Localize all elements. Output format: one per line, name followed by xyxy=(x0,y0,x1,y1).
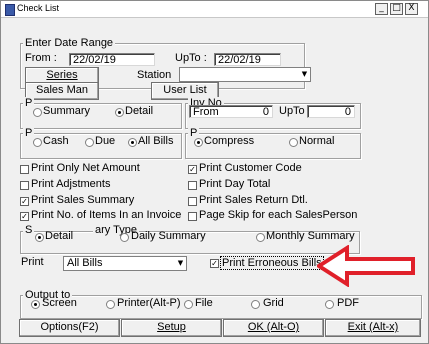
red-arrow-annotation xyxy=(317,245,415,287)
chk-day-total[interactable] xyxy=(188,181,197,190)
radio-daily-summary-label: Daily Summary xyxy=(131,230,206,242)
ok-button-label: OK (Alt-O) xyxy=(247,321,300,333)
chk-adjustments-label: Print Adjstments xyxy=(31,178,111,190)
chk-sales-return-label: Print Sales Return Dtl. xyxy=(199,194,308,206)
radio-printer[interactable] xyxy=(106,300,115,309)
bill-type-group-label: P xyxy=(23,127,35,139)
maximize-button[interactable]: □ xyxy=(390,3,403,15)
radio-pdf[interactable] xyxy=(325,300,334,309)
radio-summary-detail-label: Detail xyxy=(45,230,74,242)
inv-upto-field[interactable]: 0 xyxy=(307,105,355,118)
chk-erroneous-bills[interactable]: ✓ xyxy=(210,259,219,268)
radio-printer-label: Printer(Alt-P) xyxy=(117,297,181,309)
output-group xyxy=(20,295,422,319)
print-select-value: All Bills xyxy=(67,257,103,269)
check-list-window: Check List _ □ X Enter Date Range From :… xyxy=(0,0,429,344)
chevron-down-icon: ▼ xyxy=(301,70,308,78)
radio-screen-label: Screen xyxy=(42,297,77,309)
exit-button[interactable]: Exit (Alt-x) xyxy=(325,319,421,337)
series-button-label: Series xyxy=(46,69,78,81)
chk-page-skip[interactable] xyxy=(188,212,197,221)
radio-detail[interactable] xyxy=(115,108,124,117)
radio-compress[interactable] xyxy=(194,138,203,147)
chk-sales-summary-label: Print Sales Summary xyxy=(31,194,135,206)
radio-cash-label: Cash xyxy=(43,135,69,147)
inv-from-label: From xyxy=(193,106,219,118)
minimize-button[interactable]: _ xyxy=(375,3,388,15)
radio-cash[interactable] xyxy=(33,138,42,147)
chk-net-amount[interactable] xyxy=(20,165,29,174)
radio-daily-summary[interactable] xyxy=(120,233,129,242)
radio-normal-label: Normal xyxy=(299,135,335,147)
radio-grid-label: Grid xyxy=(263,297,284,309)
ok-button[interactable]: OK (Alt-O) xyxy=(223,319,324,337)
app-icon xyxy=(5,4,15,16)
chk-no-items[interactable]: ✓ xyxy=(20,212,29,221)
station-label: Station xyxy=(137,69,172,81)
radio-file-label: File xyxy=(195,297,213,309)
chk-net-amount-label: Print Only Net Amount xyxy=(31,162,140,174)
inv-upto-label: UpTo xyxy=(279,105,305,117)
chk-day-total-label: Print Day Total xyxy=(199,178,271,190)
radio-due[interactable] xyxy=(85,138,94,147)
chk-customer-code[interactable]: ✓ xyxy=(188,165,197,174)
radio-file[interactable] xyxy=(184,300,193,309)
setup-button-label: Setup xyxy=(157,321,186,333)
upto-date-field[interactable]: 22/02/19 xyxy=(214,53,281,66)
from-date-label: From : xyxy=(25,52,57,64)
sales-man-button-label: Sales Man xyxy=(36,84,88,96)
radio-summary[interactable] xyxy=(33,108,42,117)
chk-page-skip-label: Page Skip for each SalesPerson xyxy=(199,209,358,221)
chk-erroneous-bills-label: Print Erroneous Bills xyxy=(220,256,324,270)
chk-sales-summary[interactable]: ✓ xyxy=(20,197,29,206)
upto-date-label: UpTo : xyxy=(175,52,207,64)
print-label: Print xyxy=(21,256,44,268)
chk-sales-return[interactable] xyxy=(188,197,197,206)
station-select[interactable]: ▼ xyxy=(179,67,311,82)
dialog-client-area: Enter Date Range From : 22/02/19 UpTo : … xyxy=(7,21,422,339)
inv-from-value: 0 xyxy=(262,106,269,118)
options-button-label: Options(F2) xyxy=(40,321,99,333)
radio-summary-detail[interactable] xyxy=(35,233,44,242)
radio-all-bills[interactable] xyxy=(128,138,137,147)
inv-from-field[interactable]: From 0 xyxy=(189,105,273,118)
sales-man-button[interactable]: Sales Man xyxy=(25,82,99,100)
exit-button-label: Exit (Alt-x) xyxy=(347,321,399,333)
radio-normal[interactable] xyxy=(289,138,298,147)
radio-pdf-label: PDF xyxy=(337,297,359,309)
window-title: Check List xyxy=(17,3,60,13)
radio-summary-label: Summary xyxy=(43,105,91,117)
chevron-down-icon: ▼ xyxy=(177,259,184,267)
print-mode-group-label: P xyxy=(23,97,35,109)
radio-due-label: Due xyxy=(95,135,116,147)
radio-compress-label: Compress xyxy=(204,135,255,147)
radio-monthly-summary-label: Monthly Summary xyxy=(266,230,355,242)
radio-monthly-summary[interactable] xyxy=(256,233,265,242)
print-select[interactable]: All Bills ▼ xyxy=(63,256,187,271)
from-date-field[interactable]: 22/02/19 xyxy=(69,53,155,66)
date-range-group-label: Enter Date Range xyxy=(23,37,116,49)
user-list-button-label: User List xyxy=(163,84,207,96)
radio-all-bills-label: All Bills xyxy=(138,135,174,147)
radio-screen[interactable] xyxy=(31,300,40,309)
options-button[interactable]: Options(F2) xyxy=(19,319,120,337)
radio-grid[interactable] xyxy=(251,300,260,309)
chk-adjustments[interactable] xyxy=(20,181,29,190)
setup-button[interactable]: Setup xyxy=(121,319,222,337)
chk-no-items-label: Print No. of Items In an Invoice xyxy=(31,209,182,221)
close-button[interactable]: X xyxy=(405,3,418,15)
chk-customer-code-label: Print Customer Code xyxy=(199,162,302,174)
title-bar: Check List _ □ X xyxy=(1,1,428,18)
radio-detail-label: Detail xyxy=(125,105,154,117)
summary-type-group-label: S xyxy=(23,224,35,236)
